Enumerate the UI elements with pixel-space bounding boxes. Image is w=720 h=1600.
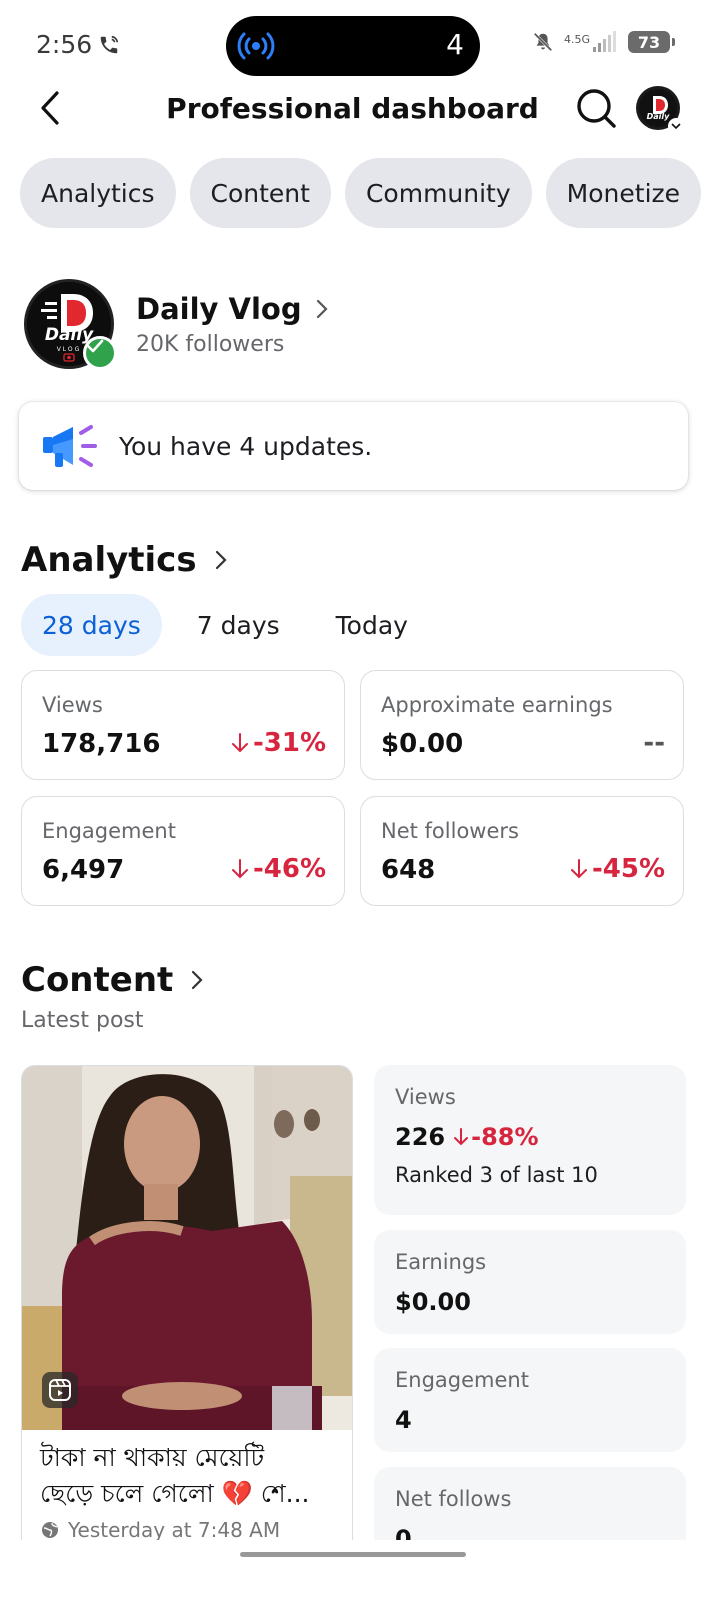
battery-indicator: 73 — [628, 31, 675, 53]
verified-check-icon — [83, 336, 117, 370]
stat-change-value: -- — [643, 728, 665, 758]
stat-label: Engagement — [42, 819, 176, 843]
post-caption-line-1: টাকা না থাকায় মেয়েটি — [40, 1443, 265, 1472]
arrow-down-icon — [231, 859, 248, 879]
analytics-title: Analytics — [21, 540, 197, 580]
stat-value: 648 — [381, 855, 436, 885]
tab-content[interactable]: Content — [189, 158, 331, 228]
post-stat-change: -88% — [453, 1123, 539, 1151]
stat-card-engagement[interactable]: Engagement 6,497 -46% — [21, 796, 345, 906]
stat-change: -45% — [570, 854, 665, 884]
broadcast-icon — [237, 32, 275, 60]
stat-change-value: -31% — [252, 728, 326, 758]
search-icon — [577, 89, 616, 128]
stat-change-value: -45% — [591, 854, 665, 884]
account-switcher-avatar[interactable]: Daily — [636, 86, 684, 134]
updates-text: You have 4 updates. — [119, 431, 373, 461]
range-7-days[interactable]: 7 days — [176, 594, 301, 656]
globe-icon — [42, 1522, 58, 1538]
post-stat-views[interactable]: Views 226 -88% Ranked 3 of last 10 — [374, 1065, 686, 1215]
dashboard-tabs: Analytics Content Community Monetize — [20, 158, 702, 228]
dynamic-island[interactable]: 4 — [226, 16, 480, 76]
island-count: 4 — [446, 28, 464, 61]
content-section-header[interactable]: Content — [21, 960, 203, 1000]
stat-change: -31% — [231, 728, 326, 758]
stat-value: 178,716 — [42, 729, 161, 759]
tab-monetize[interactable]: Monetize — [545, 158, 702, 228]
post-rank: Ranked 3 of last 10 — [395, 1163, 598, 1187]
post-thumbnail — [22, 1066, 352, 1430]
post-timestamp: Yesterday at 7:48 AM — [68, 1518, 281, 1542]
chevron-down-icon — [668, 118, 684, 134]
range-today[interactable]: Today — [315, 594, 429, 656]
post-stat-label: Net follows — [395, 1487, 512, 1511]
mute-bell-icon — [533, 32, 553, 52]
chevron-right-icon — [316, 299, 328, 318]
post-stat-label: Earnings — [395, 1250, 487, 1274]
stat-change: -46% — [231, 854, 326, 884]
network-label: 4.5G — [563, 33, 590, 46]
arrow-down-icon — [231, 733, 248, 753]
post-stat-engagement[interactable]: Engagement 4 — [374, 1348, 686, 1452]
battery-level: 73 — [637, 32, 661, 52]
stat-value: 6,497 — [42, 855, 125, 885]
post-caption-line-2: ছেড়ে চলে গেলো 💔 শে... — [40, 1479, 310, 1508]
arrow-down-icon — [454, 1128, 469, 1146]
svg-text:Daily: Daily — [647, 112, 671, 121]
stat-card-net-followers[interactable]: Net followers 648 -45% — [360, 796, 684, 906]
tab-community[interactable]: Community — [344, 158, 532, 228]
follower-count: 20K followers — [136, 331, 285, 357]
status-icons: 4.5G 73 — [532, 30, 675, 54]
chevron-right-icon — [192, 970, 203, 990]
latest-post-card[interactable]: টাকা না থাকায় মেয়েটি ছেড়ে চলে গেলো 💔 … — [21, 1065, 353, 1565]
signal-icon — [593, 31, 616, 52]
home-indicator[interactable] — [240, 1552, 466, 1557]
stat-change-value: -46% — [252, 854, 326, 884]
stat-value: $0.00 — [381, 729, 464, 759]
content-title: Content — [21, 960, 174, 1000]
post-stat-label: Views — [395, 1085, 456, 1109]
wifi-call-icon — [100, 35, 119, 53]
updates-banner[interactable]: You have 4 updates. — [19, 402, 688, 490]
analytics-section-header[interactable]: Analytics — [21, 540, 227, 580]
status-time: 2:56 — [36, 30, 120, 59]
stat-label: Net followers — [381, 819, 519, 843]
date-range-selector: 28 days 7 days Today — [21, 594, 443, 656]
range-28-days[interactable]: 28 days — [21, 594, 162, 656]
profile-text: Daily Vlog 20K followers — [136, 292, 328, 357]
stat-change: -- — [643, 728, 665, 758]
status-bar: 2:56 4 4.5G 73 — [0, 0, 720, 92]
stat-label: Views — [42, 693, 103, 717]
stat-card-views[interactable]: Views 178,716 -31% — [21, 670, 345, 780]
megaphone-icon — [43, 425, 97, 467]
post-stat-value: 4 — [395, 1406, 412, 1434]
post-stat-earnings[interactable]: Earnings $0.00 — [374, 1230, 686, 1334]
stat-card-approximate-earnings[interactable]: Approximate earnings $0.00 -- — [360, 670, 684, 780]
bottom-safe-area — [0, 1540, 720, 1600]
post-stat-change-value: -88% — [471, 1123, 539, 1151]
stat-label: Approximate earnings — [381, 693, 613, 717]
clock-text: 2:56 — [36, 30, 93, 59]
profile-name: Daily Vlog — [136, 291, 302, 326]
post-stat-label: Engagement — [395, 1368, 529, 1392]
post-stat-value: 226 — [395, 1123, 446, 1151]
page-profile-row[interactable]: Daily VLOG Daily Vlog 20K followers — [24, 278, 704, 370]
arrow-down-icon — [570, 859, 587, 879]
tab-analytics[interactable]: Analytics — [20, 158, 176, 228]
chevron-right-icon — [215, 550, 227, 570]
post-stat-value: $0.00 — [395, 1288, 471, 1316]
search-button[interactable] — [574, 86, 618, 130]
profile-avatar: Daily VLOG — [24, 279, 117, 370]
reels-icon — [42, 1372, 78, 1408]
svg-text:VLOG: VLOG — [57, 346, 82, 353]
latest-post-label: Latest post — [21, 1008, 144, 1033]
top-app-bar: Professional dashboard Daily — [0, 80, 720, 136]
post-caption: টাকা না থাকায় মেয়েটি ছেড়ে চলে গেলো 💔 … — [22, 1430, 352, 1512]
